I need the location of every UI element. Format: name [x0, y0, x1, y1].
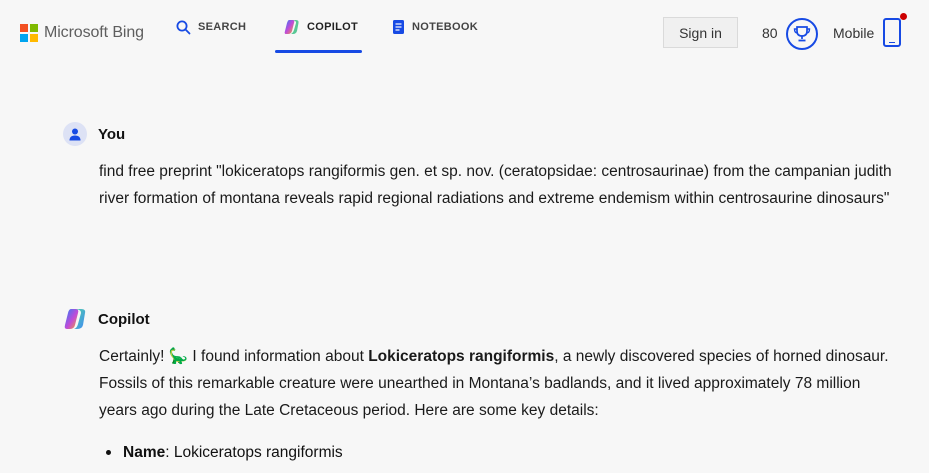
- tab-notebook-label: NOTEBOOK: [412, 21, 478, 33]
- rewards-points[interactable]: 80: [762, 25, 778, 41]
- key-details-list: Name: Lokiceratops rangiformis: [104, 439, 343, 466]
- copilot-avatar-icon: [63, 307, 87, 331]
- copilot-logo-icon: [284, 19, 300, 35]
- bing-logo[interactable]: Microsoft Bing: [20, 24, 144, 42]
- mobile-label[interactable]: Mobile: [833, 25, 874, 41]
- tab-copilot[interactable]: COPILOT: [284, 0, 358, 54]
- list-item: Name: Lokiceratops rangiformis: [104, 439, 343, 466]
- rewards-trophy-icon[interactable]: [786, 18, 818, 50]
- tab-copilot-label: COPILOT: [307, 21, 358, 33]
- mobile-phone-icon[interactable]: [883, 18, 901, 47]
- list-item-value: : Lokiceratops rangiformis: [165, 444, 343, 461]
- tab-search-label: SEARCH: [198, 21, 247, 33]
- sign-in-button[interactable]: Sign in: [663, 17, 738, 48]
- species-name: Lokiceratops rangiformis: [368, 348, 555, 365]
- notification-dot: [900, 13, 907, 20]
- tab-search[interactable]: SEARCH: [176, 0, 246, 54]
- notebook-icon: [392, 19, 405, 35]
- list-item-label: Name: [123, 444, 166, 461]
- user-author-name: You: [98, 125, 126, 143]
- brand-name: Microsoft Bing: [44, 24, 144, 41]
- copilot-message-text: Certainly! 🦕 I found information about L…: [99, 343, 889, 424]
- copilot-author-name: Copilot: [98, 310, 150, 328]
- active-tab-indicator: [275, 50, 362, 53]
- microsoft-logo-icon: [20, 24, 38, 42]
- user-message-text: find free preprint "lokiceratops rangifo…: [99, 163, 892, 207]
- top-header: Microsoft Bing SEARCH COPILOT NOTEBOOK S…: [0, 0, 929, 62]
- tab-notebook[interactable]: NOTEBOOK: [392, 0, 478, 54]
- copilot-message-header: Copilot: [63, 307, 150, 331]
- user-avatar-icon: [63, 122, 87, 146]
- copilot-intro: Certainly!: [99, 348, 169, 365]
- copilot-pre-text: I found information about: [188, 348, 369, 365]
- user-message-header: You: [63, 122, 125, 146]
- dinosaur-emoji-icon: 🦕: [168, 348, 189, 365]
- search-icon: [176, 20, 191, 35]
